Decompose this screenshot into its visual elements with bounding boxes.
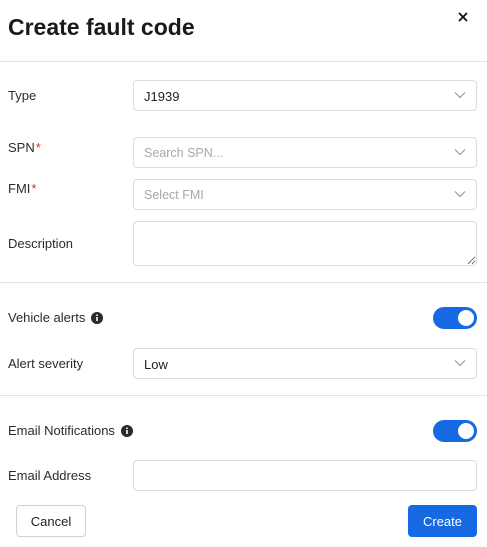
vehicle-alerts-toggle[interactable]: [433, 307, 477, 329]
divider: [0, 282, 487, 283]
alert-severity-value: Low: [144, 357, 168, 372]
email-notifications-toggle[interactable]: [433, 420, 477, 442]
modal-header: Create fault code: [0, 0, 487, 62]
type-select[interactable]: J1939: [133, 80, 477, 111]
type-label: Type: [8, 88, 37, 103]
email-address-input[interactable]: [133, 460, 477, 491]
fmi-label: FMI *: [8, 181, 37, 196]
toggle-knob: [458, 423, 474, 439]
create-button[interactable]: Create: [408, 505, 477, 537]
email-notifications-label: Email Notifications: [8, 423, 133, 438]
create-fault-code-modal: Create fault code Type J1939 SPN * Search…: [0, 0, 487, 547]
divider: [0, 395, 487, 396]
fmi-select[interactable]: Select FMI: [133, 179, 477, 210]
info-icon[interactable]: [120, 424, 133, 437]
toggle-knob: [458, 310, 474, 326]
spn-select[interactable]: Search SPN...: [133, 137, 477, 168]
vehicle-alerts-label: Vehicle alerts: [8, 310, 104, 325]
chevron-down-icon: [454, 191, 466, 198]
email-address-label: Email Address: [8, 468, 92, 483]
type-select-value: J1939: [144, 89, 180, 104]
fmi-placeholder: Select FMI: [144, 188, 204, 202]
spn-label: SPN *: [8, 140, 41, 155]
required-mark: *: [35, 140, 41, 155]
chevron-down-icon: [454, 92, 466, 99]
required-mark: *: [31, 181, 37, 196]
close-icon[interactable]: [456, 10, 470, 24]
alert-severity-label: Alert severity: [8, 356, 84, 371]
chevron-down-icon: [454, 360, 466, 367]
cancel-button[interactable]: Cancel: [16, 505, 86, 537]
description-label: Description: [8, 236, 74, 251]
chevron-down-icon: [454, 149, 466, 156]
description-textarea[interactable]: [133, 221, 477, 266]
alert-severity-select[interactable]: Low: [133, 348, 477, 379]
info-icon[interactable]: [91, 311, 104, 324]
page-title: Create fault code: [8, 14, 195, 40]
spn-placeholder: Search SPN...: [144, 146, 224, 160]
